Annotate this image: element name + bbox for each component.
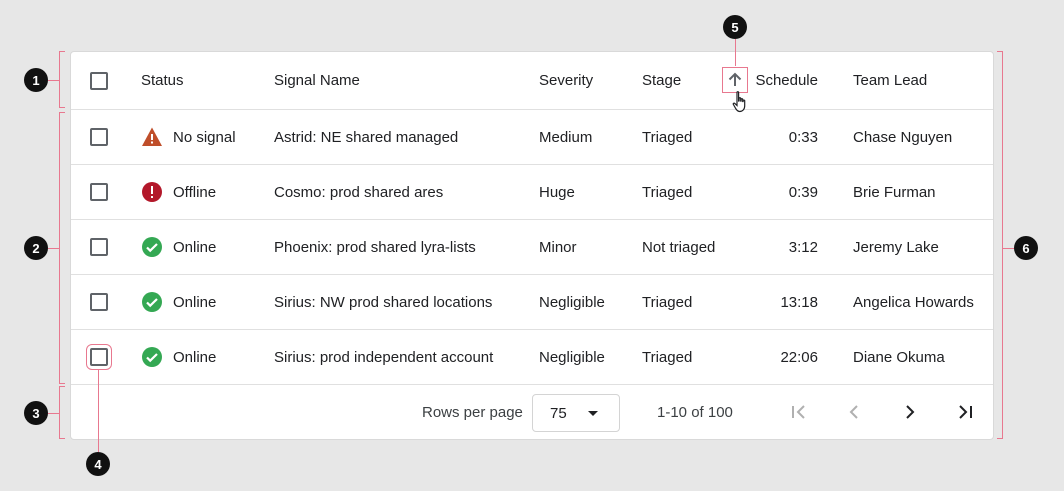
severity: Medium: [539, 128, 593, 146]
row-checkbox[interactable]: [90, 238, 108, 256]
row-checkbox-cell: [90, 165, 108, 219]
status-label: Online: [173, 293, 217, 311]
stage: Not triaged: [642, 238, 716, 256]
stage: Triaged: [642, 128, 693, 146]
schedule: 13:18: [780, 293, 818, 311]
severity: Negligible: [539, 348, 605, 366]
severity: Negligible: [539, 293, 605, 311]
status-cell: Online: [141, 275, 216, 329]
status-cell: Offline: [141, 165, 216, 219]
row-checkbox-cell: [90, 110, 108, 164]
previous-page-icon[interactable]: [844, 402, 864, 422]
row-checkbox[interactable]: [86, 344, 112, 370]
row-checkbox[interactable]: [90, 293, 108, 311]
stage: Triaged: [642, 293, 693, 311]
rows-per-page-select[interactable]: 75: [532, 394, 620, 432]
schedule: 0:39: [788, 183, 818, 201]
table-header-row: Status Signal Name Severity Stage Schedu…: [71, 52, 993, 113]
column-header-status[interactable]: Status: [141, 52, 184, 109]
row-checkbox-cell: [86, 330, 112, 384]
stage: Triaged: [642, 183, 693, 201]
team-lead: Jeremy Lake: [853, 238, 939, 256]
data-table: Status Signal Name Severity Stage Schedu…: [70, 51, 994, 440]
callout-line: [98, 369, 99, 452]
status-label: Offline: [173, 183, 217, 201]
last-page-icon[interactable]: [955, 402, 975, 422]
signal-name: Astrid: NE shared managed: [274, 128, 459, 146]
column-header-team-lead[interactable]: Team Lead: [853, 52, 927, 109]
pagination-bar: Rows per page 75 1-10 of 100: [71, 386, 993, 439]
callout-badge-5: 5: [723, 15, 747, 39]
column-header-stage[interactable]: Stage: [642, 52, 681, 109]
table-row[interactable]: Online Phoenix: prod shared lyra-lists M…: [71, 220, 993, 275]
stage: Triaged: [642, 348, 693, 366]
check-circle-icon: [142, 292, 162, 312]
body-bracket: [59, 112, 65, 384]
team-lead: Brie Furman: [853, 183, 936, 201]
table-row[interactable]: No signal Astrid: NE shared managed Medi…: [71, 110, 993, 165]
table-row[interactable]: Online Sirius: NW prod shared locations …: [71, 275, 993, 330]
callout-line: [735, 39, 736, 66]
signal-name: Sirius: prod independent account: [274, 348, 494, 366]
callout-line: [48, 248, 59, 249]
callout-badge-3: 3: [24, 401, 48, 425]
page-range: 1-10 of 100: [657, 404, 733, 421]
footer-bracket: [59, 386, 65, 439]
table-row[interactable]: Online Sirius: prod independent account …: [71, 330, 993, 385]
severity: Huge: [539, 183, 575, 201]
column-header-severity[interactable]: Severity: [539, 52, 593, 109]
status-label: No signal: [173, 128, 236, 146]
callout-line: [1003, 248, 1014, 249]
caret-down-icon: [588, 411, 598, 416]
row-checkbox[interactable]: [90, 128, 108, 146]
warning-icon: [142, 127, 162, 146]
schedule: 3:12: [788, 238, 818, 256]
signal-name: Cosmo: prod shared ares: [274, 183, 444, 201]
table-bracket: [997, 51, 1003, 439]
team-lead: Chase Nguyen: [853, 128, 953, 146]
row-checkbox-cell: [90, 220, 108, 274]
first-page-icon[interactable]: [789, 402, 809, 422]
signal-name: Phoenix: prod shared lyra-lists: [274, 238, 476, 256]
callout-badge-1: 1: [24, 68, 48, 92]
column-header-signal-name[interactable]: Signal Name: [274, 52, 360, 109]
header-bracket: [59, 51, 65, 108]
rows-per-page-value: 75: [550, 404, 567, 422]
callout-line: [48, 413, 59, 414]
severity: Minor: [539, 238, 577, 256]
error-icon: [142, 182, 162, 202]
select-all-checkbox[interactable]: [90, 71, 108, 90]
schedule: 22:06: [780, 348, 818, 366]
status-label: Online: [173, 238, 217, 256]
select-all-cell: [90, 52, 108, 109]
next-page-icon[interactable]: [900, 402, 920, 422]
rows-per-page-label: Rows per page: [422, 404, 523, 421]
callout-badge-6: 6: [1014, 236, 1038, 260]
status-cell: Online: [141, 330, 216, 384]
schedule: 0:33: [788, 128, 818, 146]
team-lead: Diane Okuma: [853, 348, 945, 366]
status-label: Online: [173, 348, 217, 366]
signal-name: Sirius: NW prod shared locations: [274, 293, 493, 311]
callout-badge-2: 2: [24, 236, 48, 260]
status-cell: Online: [141, 220, 216, 274]
callout-badge-4: 4: [86, 452, 110, 476]
check-circle-icon: [142, 237, 162, 257]
status-cell: No signal: [141, 110, 236, 164]
row-checkbox-cell: [90, 275, 108, 329]
check-circle-icon: [142, 347, 162, 367]
callout-line: [48, 80, 59, 81]
team-lead: Angelica Howards: [853, 293, 974, 311]
table-row[interactable]: Offline Cosmo: prod shared ares Huge Tri…: [71, 165, 993, 220]
row-checkbox[interactable]: [90, 183, 108, 201]
